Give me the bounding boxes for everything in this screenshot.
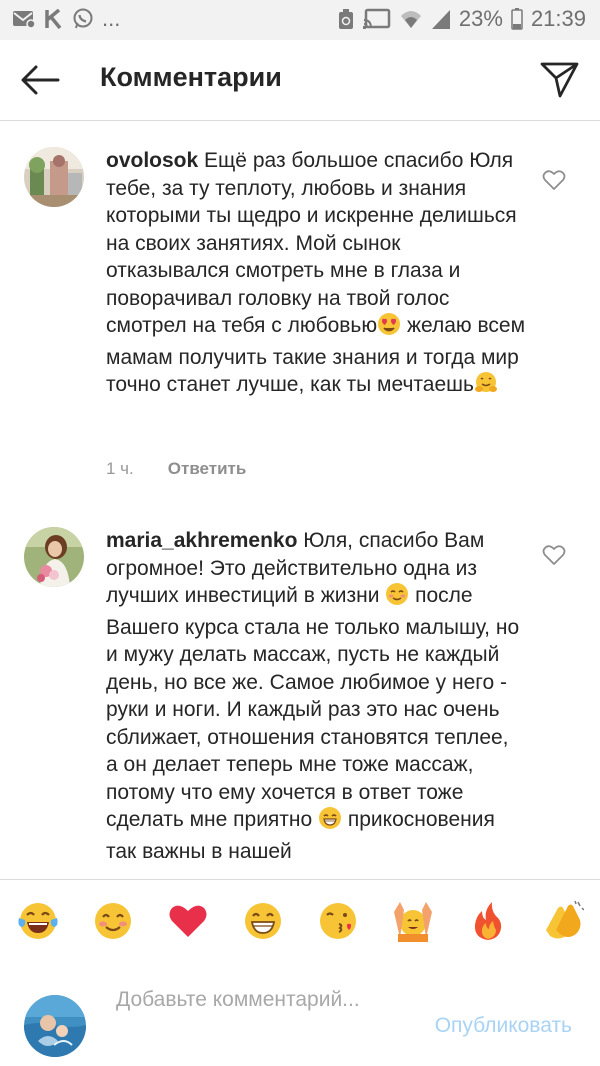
avatar[interactable] [24,147,84,207]
signal-icon [431,8,451,30]
k-icon [44,9,64,29]
heart-outline-icon [542,545,566,565]
smiling-blush-emoji[interactable] [92,900,134,942]
comment-composer: Опубликовать [0,962,600,1066]
kissing-emoji[interactable] [317,900,359,942]
grinning-emoji [318,806,342,838]
avatar[interactable] [24,527,84,587]
publish-button[interactable]: Опубликовать [435,1014,572,1038]
comment-meta: 1 ч. Ответить [106,459,246,479]
heart-outline-icon [542,170,566,190]
comment-text-part: после Вашего курса стала не только малыш… [106,584,520,831]
avatar-photo-icon [24,995,86,1057]
comment-text: maria_akhremenko Юля, спасибо Вам огромн… [106,527,526,865]
status-time: 21:39 [530,6,586,31]
status-more: ... [102,6,121,31]
comment-username[interactable]: ovolosok [106,149,198,172]
status-bar: ... 23% 21:39 [0,0,600,40]
red-heart-emoji[interactable] [167,900,209,942]
emoji-quick-bar [0,879,600,963]
avatar-photo-icon [24,147,84,207]
comment-time: 1 ч. [106,459,134,478]
grinning-emoji[interactable] [242,900,284,942]
smiling-blush-emoji [385,582,409,614]
battery-icon [511,8,523,30]
cast-icon [362,8,391,30]
heart-eyes-emoji [377,312,401,344]
comment-text: ovolosok Ещё раз большое спасибо Юля теб… [106,147,526,403]
comment-item: maria_akhremenko Юля, спасибо Вам огромн… [0,511,600,879]
comment-username[interactable]: maria_akhremenko [106,529,297,552]
raising-hands-emoji[interactable] [392,900,434,942]
mail-icon [12,9,36,29]
fire-emoji[interactable] [467,900,509,942]
like-button[interactable] [542,169,566,191]
avatar[interactable] [24,995,86,1057]
header: Комментарии [0,40,600,121]
like-button[interactable] [542,544,566,566]
clapping-hands-emoji[interactable] [542,900,585,942]
back-arrow-icon [21,65,60,95]
avatar-photo-icon [24,527,84,587]
reply-button[interactable]: Ответить [168,459,247,479]
wifi-icon [399,8,423,30]
comment-input[interactable] [116,986,396,1046]
recycle-icon [337,8,355,30]
battery-percent: 23% [458,6,503,31]
whatsapp-icon [72,8,94,30]
back-button[interactable] [16,60,64,100]
hugging-emoji [474,371,498,403]
tears-of-joy-emoji[interactable] [17,900,59,942]
comment-item: ovolosok Ещё раз большое спасибо Юля теб… [0,121,600,511]
direct-send-icon [540,62,579,98]
share-button[interactable] [536,58,584,102]
page-title: Комментарии [100,62,282,92]
comment-text-part: Ещё раз большое спасибо Юля тебе, за ту … [106,149,517,337]
